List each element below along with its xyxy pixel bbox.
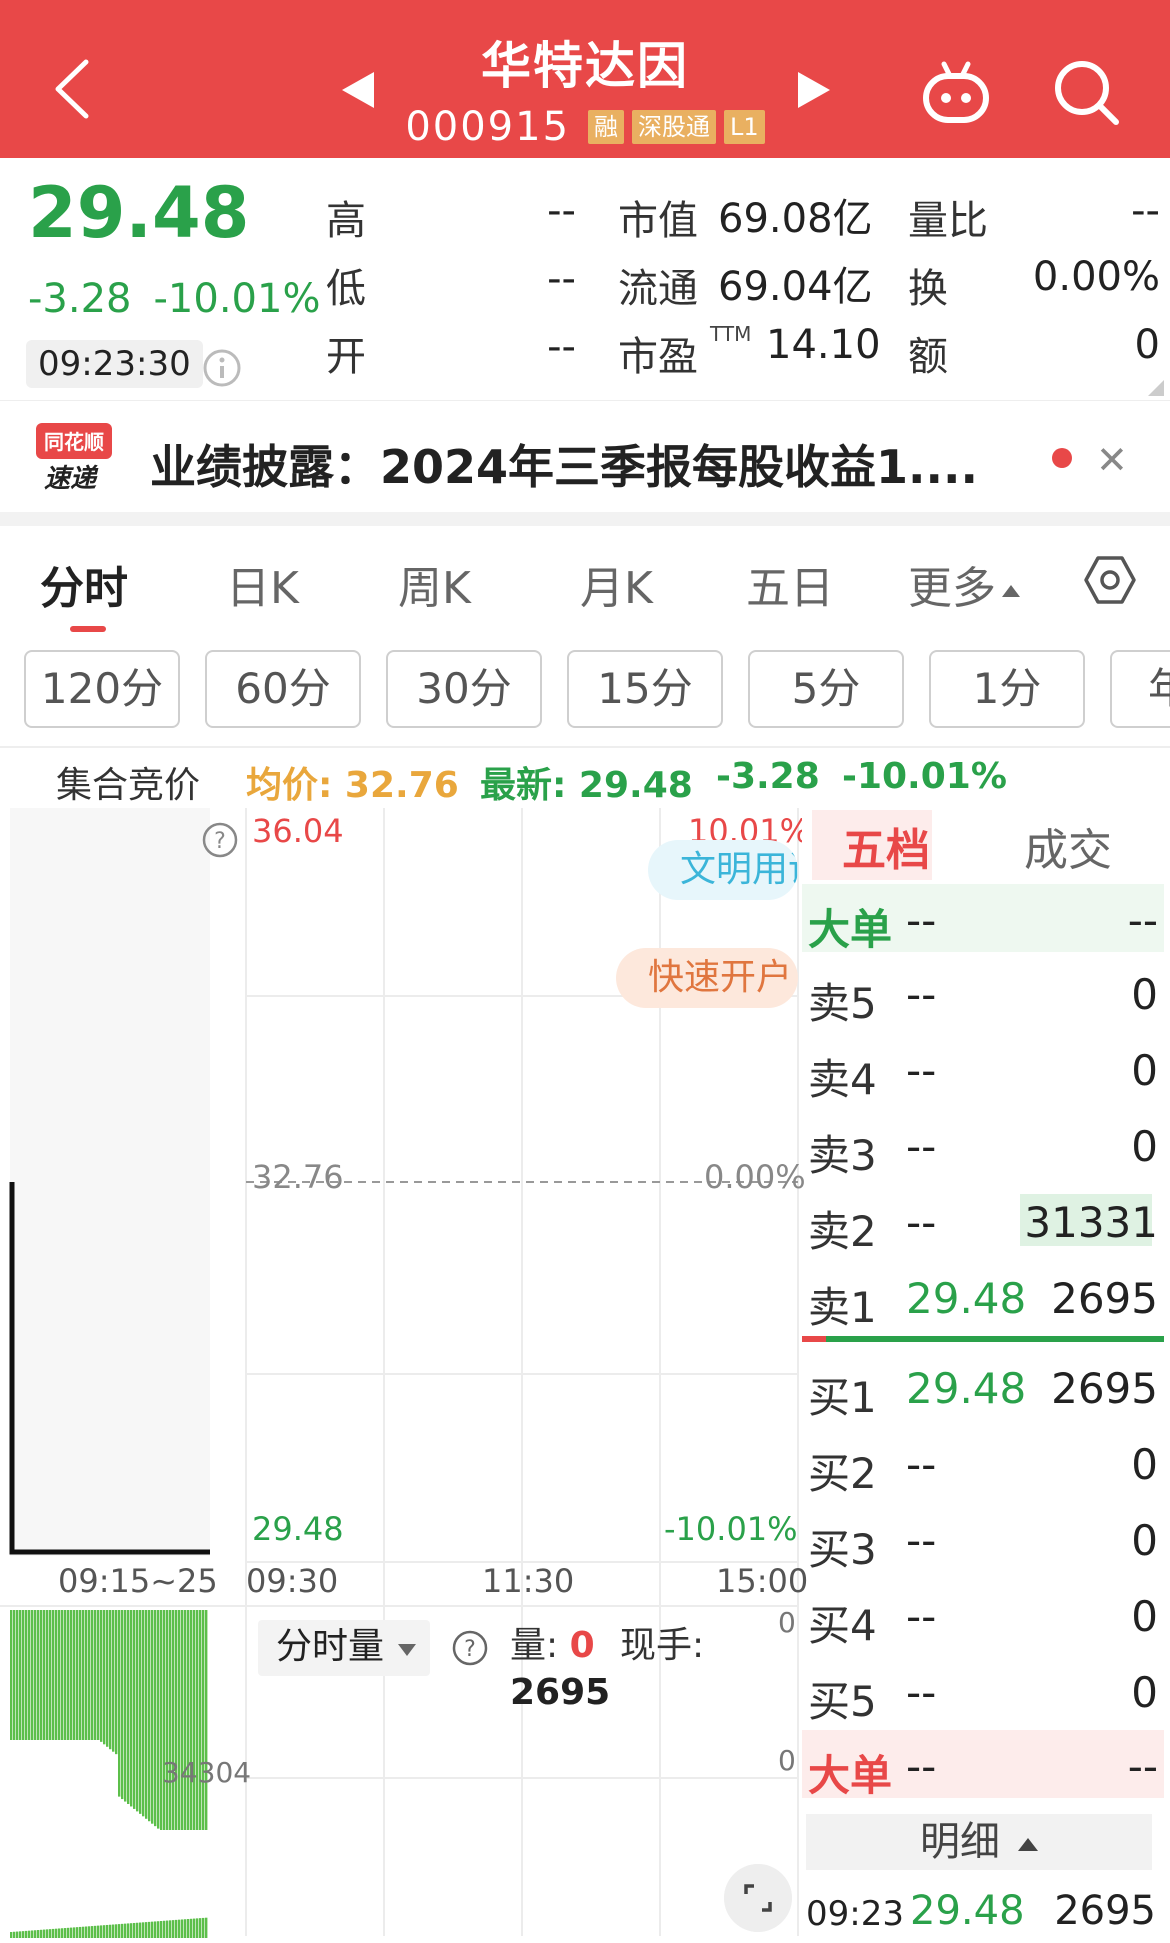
last-trade-price: 29.48	[910, 1888, 1025, 1934]
big-buy-label: 大单	[808, 1751, 893, 1800]
buy-row-3: 买3 -- 0	[802, 1510, 1164, 1574]
buy-level-price: --	[906, 1516, 937, 1565]
sell-level-vol: 0	[1131, 1046, 1158, 1095]
detail-label: 明细	[920, 1819, 1000, 1865]
buy-level-label: 买1	[808, 1373, 877, 1422]
sell-level-label: 卖1	[808, 1283, 877, 1332]
big-buy-vol: --	[1127, 1742, 1158, 1791]
big-sell-row: 大单 -- --	[802, 890, 1164, 954]
buy-level-label: 买3	[808, 1525, 877, 1574]
sell-level-label: 卖3	[808, 1131, 877, 1180]
buy-level-label: 买4	[808, 1601, 877, 1650]
sell-row-4: 卖2 -- 31331	[802, 1192, 1164, 1256]
sell-level-label: 卖5	[808, 979, 877, 1028]
buy-row-2: 买2 -- 0	[802, 1434, 1164, 1498]
buy-level-label: 买5	[808, 1677, 877, 1726]
last-trade-row: 09:23 29.48 2695	[806, 1888, 1162, 1942]
big-sell-price: --	[906, 896, 937, 945]
buy-level-vol: 0	[1131, 1668, 1158, 1717]
big-sell-vol: --	[1127, 896, 1158, 945]
buy-level-vol: 0	[1131, 1516, 1158, 1565]
tab-trades[interactable]: 成交	[1024, 814, 1112, 878]
buy-row-1: 买1 29.48 2695	[802, 1358, 1164, 1422]
buy-row-4: 买4 -- 0	[802, 1586, 1164, 1650]
buy-level-price: --	[906, 1668, 937, 1717]
sell-level-price: --	[906, 1122, 937, 1171]
sell-level-vol: 31331	[1024, 1198, 1158, 1247]
detail-toggle[interactable]: 明细	[806, 1814, 1152, 1870]
buy-level-price: --	[906, 1592, 937, 1641]
buy-level-price: 29.48	[906, 1364, 1027, 1413]
sell-level-price: --	[906, 1046, 937, 1095]
sell-level-price: --	[906, 1198, 937, 1247]
sell-level-price: 29.48	[906, 1274, 1027, 1323]
big-buy-price: --	[906, 1742, 937, 1791]
buy-level-vol: 2695	[1051, 1364, 1158, 1413]
caret-up-icon	[1018, 1837, 1038, 1851]
sell-level-label: 卖4	[808, 1055, 877, 1104]
sell-row-2: 卖4 -- 0	[802, 1040, 1164, 1104]
sell-row-1: 卖5 -- 0	[802, 964, 1164, 1028]
buy-row-5: 买5 -- 0	[802, 1662, 1164, 1726]
sell-level-vol: 0	[1131, 1122, 1158, 1171]
sell-level-vol: 2695	[1051, 1274, 1158, 1323]
sell-row-3: 卖3 -- 0	[802, 1116, 1164, 1180]
sell-level-vol: 0	[1131, 970, 1158, 1019]
book-divider-red	[802, 1336, 826, 1342]
buy-level-price: --	[906, 1440, 937, 1489]
buy-level-vol: 0	[1131, 1592, 1158, 1641]
sell-level-label: 卖2	[808, 1207, 877, 1256]
sell-level-price: --	[906, 970, 937, 1019]
book-divider-green	[802, 1336, 1164, 1342]
sell-row-5: 卖1 29.48 2695	[802, 1268, 1164, 1332]
buy-level-vol: 0	[1131, 1440, 1158, 1489]
last-trade-vol: 2695	[1054, 1888, 1156, 1934]
big-sell-label: 大单	[808, 905, 893, 954]
tab-five-levels[interactable]: 五档	[842, 814, 930, 878]
buy-level-label: 买2	[808, 1449, 877, 1498]
big-buy-row: 大单 -- --	[802, 1736, 1164, 1800]
last-trade-time: 09:23	[806, 1894, 904, 1934]
